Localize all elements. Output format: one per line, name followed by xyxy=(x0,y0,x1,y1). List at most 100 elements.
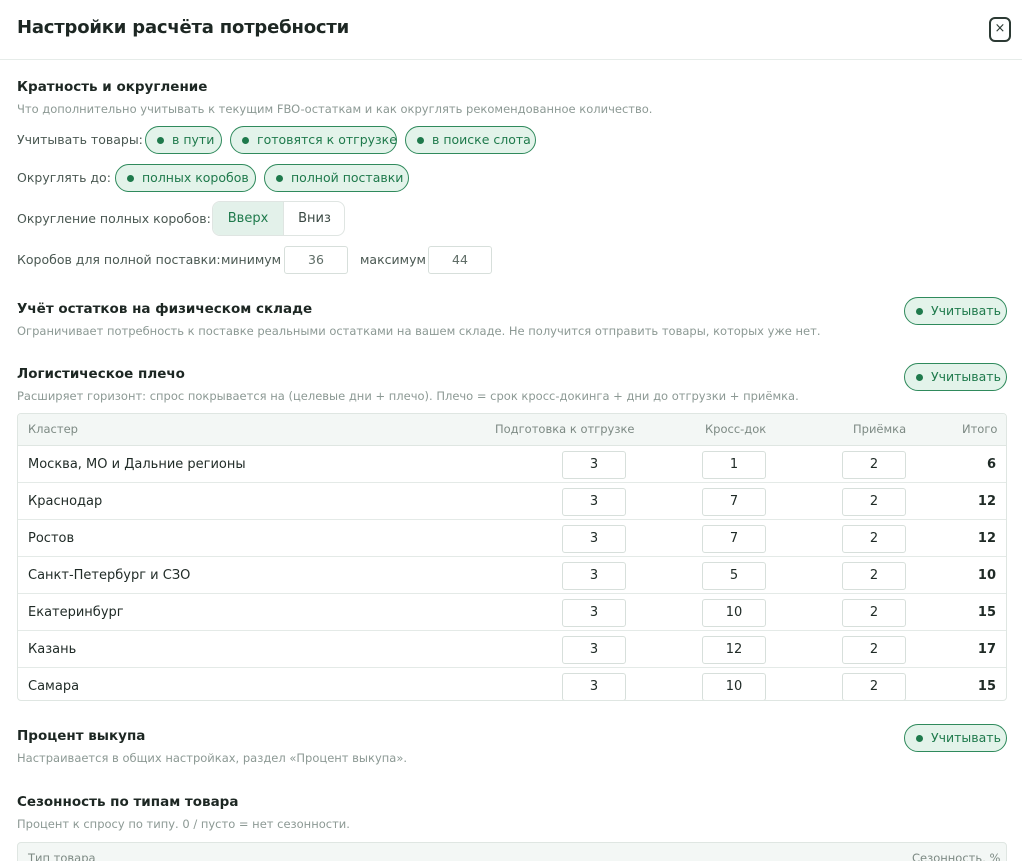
rounding-section-description: Что дополнительно учитывать к текущим FB… xyxy=(17,102,653,116)
total-days: 6 xyxy=(986,457,996,472)
col-prep: Подготовка к отгрузке xyxy=(495,422,635,436)
total-days: 10 xyxy=(977,568,996,583)
chip-dot-icon xyxy=(157,137,164,144)
total-days: 12 xyxy=(977,531,996,546)
chip-label: полных коробов xyxy=(142,170,249,185)
cross-dock-days-input[interactable]: 10 xyxy=(702,673,766,700)
buyout-section-description: Настраивается в общих настройках, раздел… xyxy=(17,751,408,765)
toggle-label: Учитывать xyxy=(931,730,1001,745)
toggle-label: Учитывать xyxy=(931,369,1001,384)
warehouse-section-description: Ограничивает потребность к поставке реал… xyxy=(17,324,821,338)
chip-searching-slot[interactable]: в поиске слота xyxy=(405,126,536,154)
total-days: 15 xyxy=(977,605,996,620)
chip-dot-icon xyxy=(417,137,424,144)
cluster-name: Ростов xyxy=(28,531,75,546)
cluster-name: Самара xyxy=(28,679,80,694)
logistics-toggle[interactable]: Учитывать xyxy=(904,363,1007,391)
prep-days-input[interactable]: 3 xyxy=(562,673,626,700)
buyout-toggle[interactable]: Учитывать xyxy=(904,724,1007,752)
cross-dock-days-input[interactable]: 10 xyxy=(702,599,766,627)
box-rounding-segmented-control: Вверх Вниз xyxy=(212,201,345,236)
table-row: Краснодар 3 7 2 12 xyxy=(18,483,1006,520)
total-days: 15 xyxy=(977,679,996,694)
seasonality-section-title: Сезонность по типам товара xyxy=(17,794,239,810)
prep-days-input[interactable]: 3 xyxy=(562,488,626,516)
col-acceptance: Приёмка xyxy=(853,422,907,436)
modal-header: Настройки расчёта потребности × xyxy=(0,0,1022,60)
col-cross-dock: Кросс-док xyxy=(705,422,767,436)
logistics-table: Кластер Подготовка к отгрузке Кросс-док … xyxy=(17,413,1007,701)
chip-dot-icon xyxy=(127,175,134,182)
total-days: 17 xyxy=(977,642,996,657)
cluster-name: Москва, МО и Дальние регионы xyxy=(28,457,246,472)
col-cluster: Кластер xyxy=(28,422,78,436)
col-product-type: Тип товара xyxy=(28,851,96,861)
acceptance-days-input[interactable]: 2 xyxy=(842,488,906,516)
buyout-section-title: Процент выкупа xyxy=(17,728,146,744)
chip-label: в пути xyxy=(172,132,215,147)
max-label: максимум xyxy=(360,252,426,267)
round-to-label: Округлять до: xyxy=(17,170,111,185)
box-rounding-label: Округление полных коробов: xyxy=(17,211,211,226)
min-boxes-input[interactable]: 36 xyxy=(284,246,348,274)
table-row: Казань 3 12 2 17 xyxy=(18,631,1006,668)
chip-dot-icon xyxy=(276,175,283,182)
chip-label: полной поставки xyxy=(291,170,404,185)
table-row: Екатеринбург 3 10 2 15 xyxy=(18,594,1006,631)
chip-preparing-shipment[interactable]: готовятся к отгрузке xyxy=(230,126,397,154)
consider-goods-label: Учитывать товары: xyxy=(17,132,143,147)
logistics-section-description: Расширяет горизонт: спрос покрывается на… xyxy=(17,389,799,403)
cross-dock-days-input[interactable]: 5 xyxy=(702,562,766,590)
min-label: минимум xyxy=(221,252,282,267)
acceptance-days-input[interactable]: 2 xyxy=(842,673,906,700)
round-down-option[interactable]: Вниз xyxy=(284,202,344,235)
chip-full-delivery[interactable]: полной поставки xyxy=(264,164,409,192)
cross-dock-days-input[interactable]: 7 xyxy=(702,525,766,553)
acceptance-days-input[interactable]: 2 xyxy=(842,562,906,590)
toggle-dot-icon xyxy=(916,374,923,381)
warehouse-section-title: Учёт остатков на физическом складе xyxy=(17,301,313,317)
chip-dot-icon xyxy=(242,137,249,144)
cluster-name: Казань xyxy=(28,642,77,657)
table-row: Ростов 3 7 2 12 xyxy=(18,520,1006,557)
prep-days-input[interactable]: 3 xyxy=(562,562,626,590)
warehouse-toggle[interactable]: Учитывать xyxy=(904,297,1007,325)
cross-dock-days-input[interactable]: 1 xyxy=(702,451,766,479)
acceptance-days-input[interactable]: 2 xyxy=(842,599,906,627)
rounding-section-title: Кратность и округление xyxy=(17,79,208,95)
acceptance-days-input[interactable]: 2 xyxy=(842,525,906,553)
prep-days-input[interactable]: 3 xyxy=(562,451,626,479)
prep-days-input[interactable]: 3 xyxy=(562,636,626,664)
table-row: Санкт-Петербург и СЗО 3 5 2 10 xyxy=(18,557,1006,594)
max-boxes-input[interactable]: 44 xyxy=(428,246,492,274)
cross-dock-days-input[interactable]: 12 xyxy=(702,636,766,664)
chip-in-transit[interactable]: в пути xyxy=(145,126,222,154)
chip-full-boxes[interactable]: полных коробов xyxy=(115,164,256,192)
cluster-name: Екатеринбург xyxy=(28,605,124,620)
boxes-per-delivery-label: Коробов для полной поставки: xyxy=(17,252,221,267)
prep-days-input[interactable]: 3 xyxy=(562,525,626,553)
seasonality-section-description: Процент к спросу по типу. 0 / пусто = не… xyxy=(17,817,350,831)
logistics-section-title: Логистическое плечо xyxy=(17,366,185,382)
toggle-label: Учитывать xyxy=(931,303,1001,318)
col-seasonality: Сезонность, % xyxy=(912,851,1001,861)
table-row: Москва, МО и Дальние регионы 3 1 2 6 xyxy=(18,446,1006,483)
close-button[interactable]: × xyxy=(989,17,1011,42)
table-header: Кластер Подготовка к отгрузке Кросс-док … xyxy=(18,414,1006,446)
acceptance-days-input[interactable]: 2 xyxy=(842,636,906,664)
total-days: 12 xyxy=(977,494,996,509)
col-total: Итого xyxy=(962,422,998,436)
toggle-dot-icon xyxy=(916,308,923,315)
acceptance-days-input[interactable]: 2 xyxy=(842,451,906,479)
cluster-name: Санкт-Петербург и СЗО xyxy=(28,568,191,583)
cluster-name: Краснодар xyxy=(28,494,103,509)
round-up-option[interactable]: Вверх xyxy=(213,202,284,235)
chip-label: готовятся к отгрузке xyxy=(257,132,397,147)
modal-title: Настройки расчёта потребности xyxy=(17,17,349,38)
toggle-dot-icon xyxy=(916,735,923,742)
prep-days-input[interactable]: 3 xyxy=(562,599,626,627)
table-row: Самара 3 10 2 15 xyxy=(18,668,1006,700)
seasonality-table-header: Тип товара Сезонность, % xyxy=(17,842,1007,861)
chip-label: в поиске слота xyxy=(432,132,531,147)
cross-dock-days-input[interactable]: 7 xyxy=(702,488,766,516)
